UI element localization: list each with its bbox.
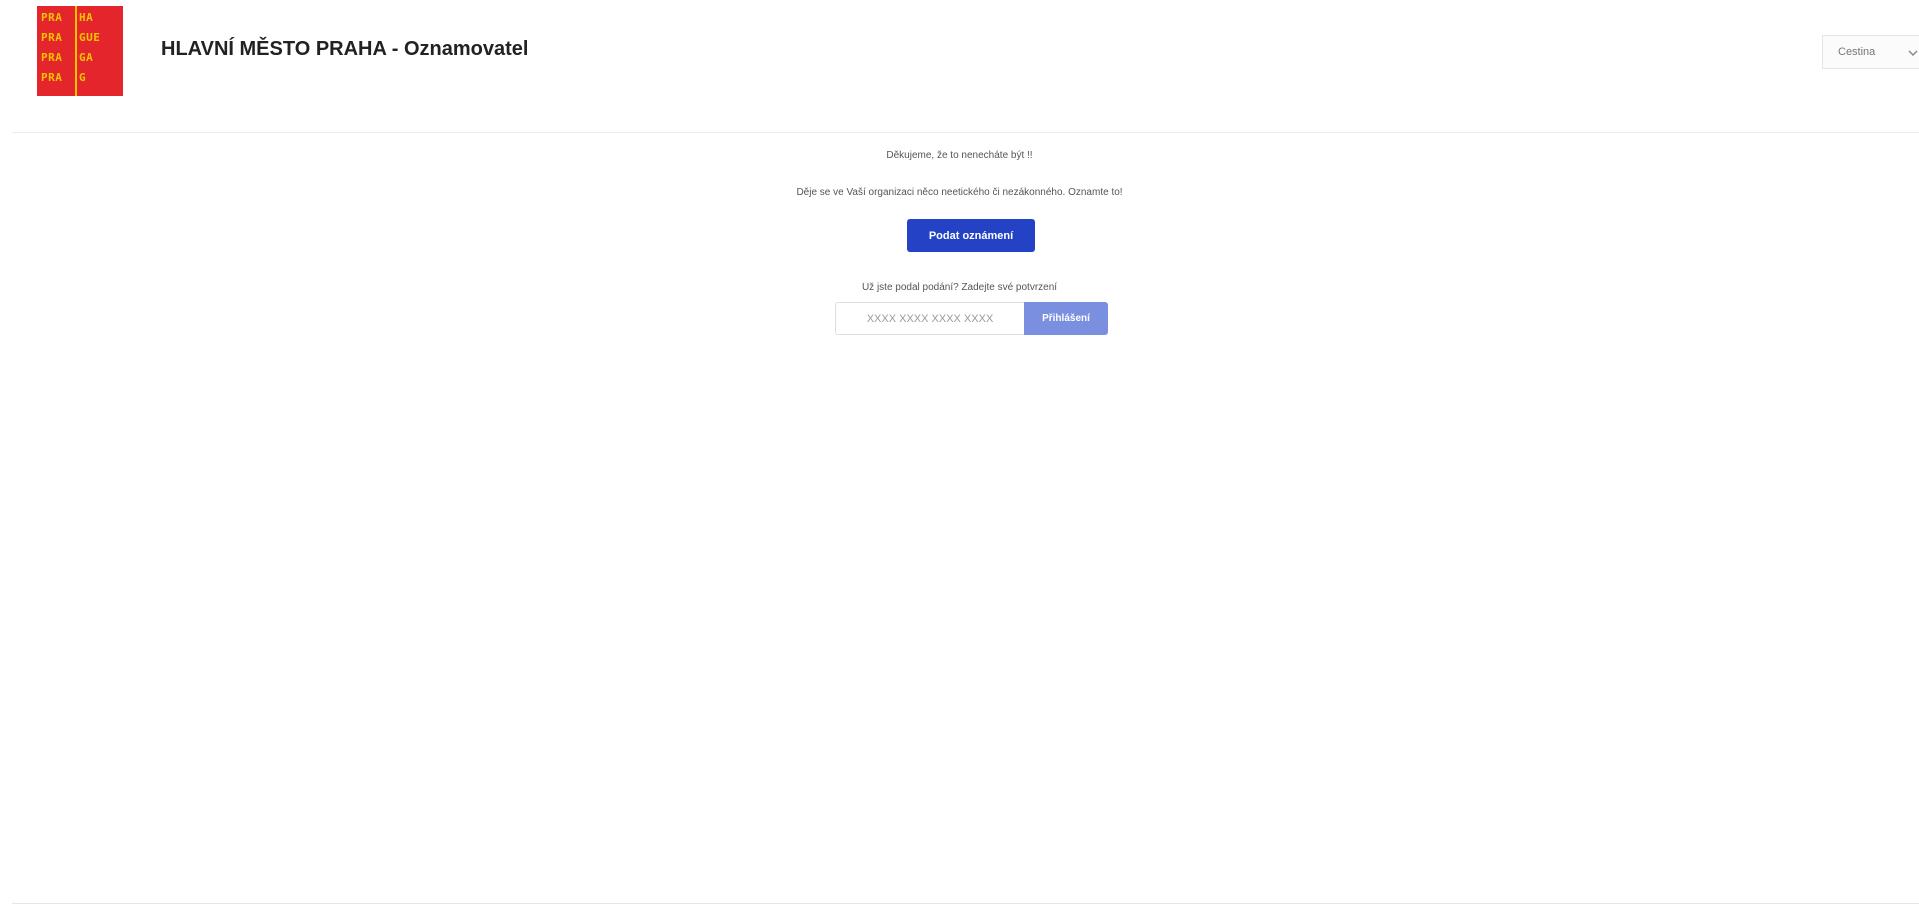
main-content: Děkujeme, že to nenecháte být !! Děje se…	[0, 133, 1919, 905]
language-selected-value: Cestina	[1838, 46, 1876, 58]
report-prompt-text: Děje se ve Vaší organizaci něco neetické…	[796, 187, 1123, 198]
confirmation-code-input[interactable]	[835, 302, 1024, 335]
logo-text: PRA	[41, 51, 63, 64]
logo-text: PRA	[41, 71, 63, 84]
login-button[interactable]: Přihlášení	[1024, 302, 1108, 335]
footer-divider	[12, 903, 1919, 904]
thanks-text: Děkujeme, že to nenecháte být !!	[886, 150, 1033, 161]
submit-report-button[interactable]: Podat oznámení	[907, 219, 1035, 252]
logo-row: PRA GA	[41, 50, 93, 65]
already-submitted-text: Už jste podal podání? Zadejte své potvrz…	[861, 282, 1058, 293]
logo-text: PRA	[41, 11, 63, 24]
chevron-down-icon	[1908, 50, 1918, 57]
logo-text: G	[79, 71, 87, 84]
prague-logo[interactable]: PRA HA PRA GUE PRA GA PRA G	[37, 6, 123, 96]
header: PRA HA PRA GUE PRA GA PRA G HLAVNÍ MĚSTO PRA…	[0, 0, 1919, 133]
logo-text: HA	[79, 11, 94, 24]
logo-row: PRA GUE	[41, 30, 100, 45]
page-title: HLAVNÍ MĚSTO PRAHA - Oznamovatel	[161, 38, 529, 60]
language-select[interactable]: Cestina	[1822, 35, 1919, 69]
logo-text: PRA	[41, 31, 63, 44]
logo-row: PRA HA	[41, 10, 93, 25]
logo-row: PRA G	[41, 70, 86, 85]
logo-text: GUE	[79, 31, 101, 44]
logo-text: GA	[79, 51, 94, 64]
